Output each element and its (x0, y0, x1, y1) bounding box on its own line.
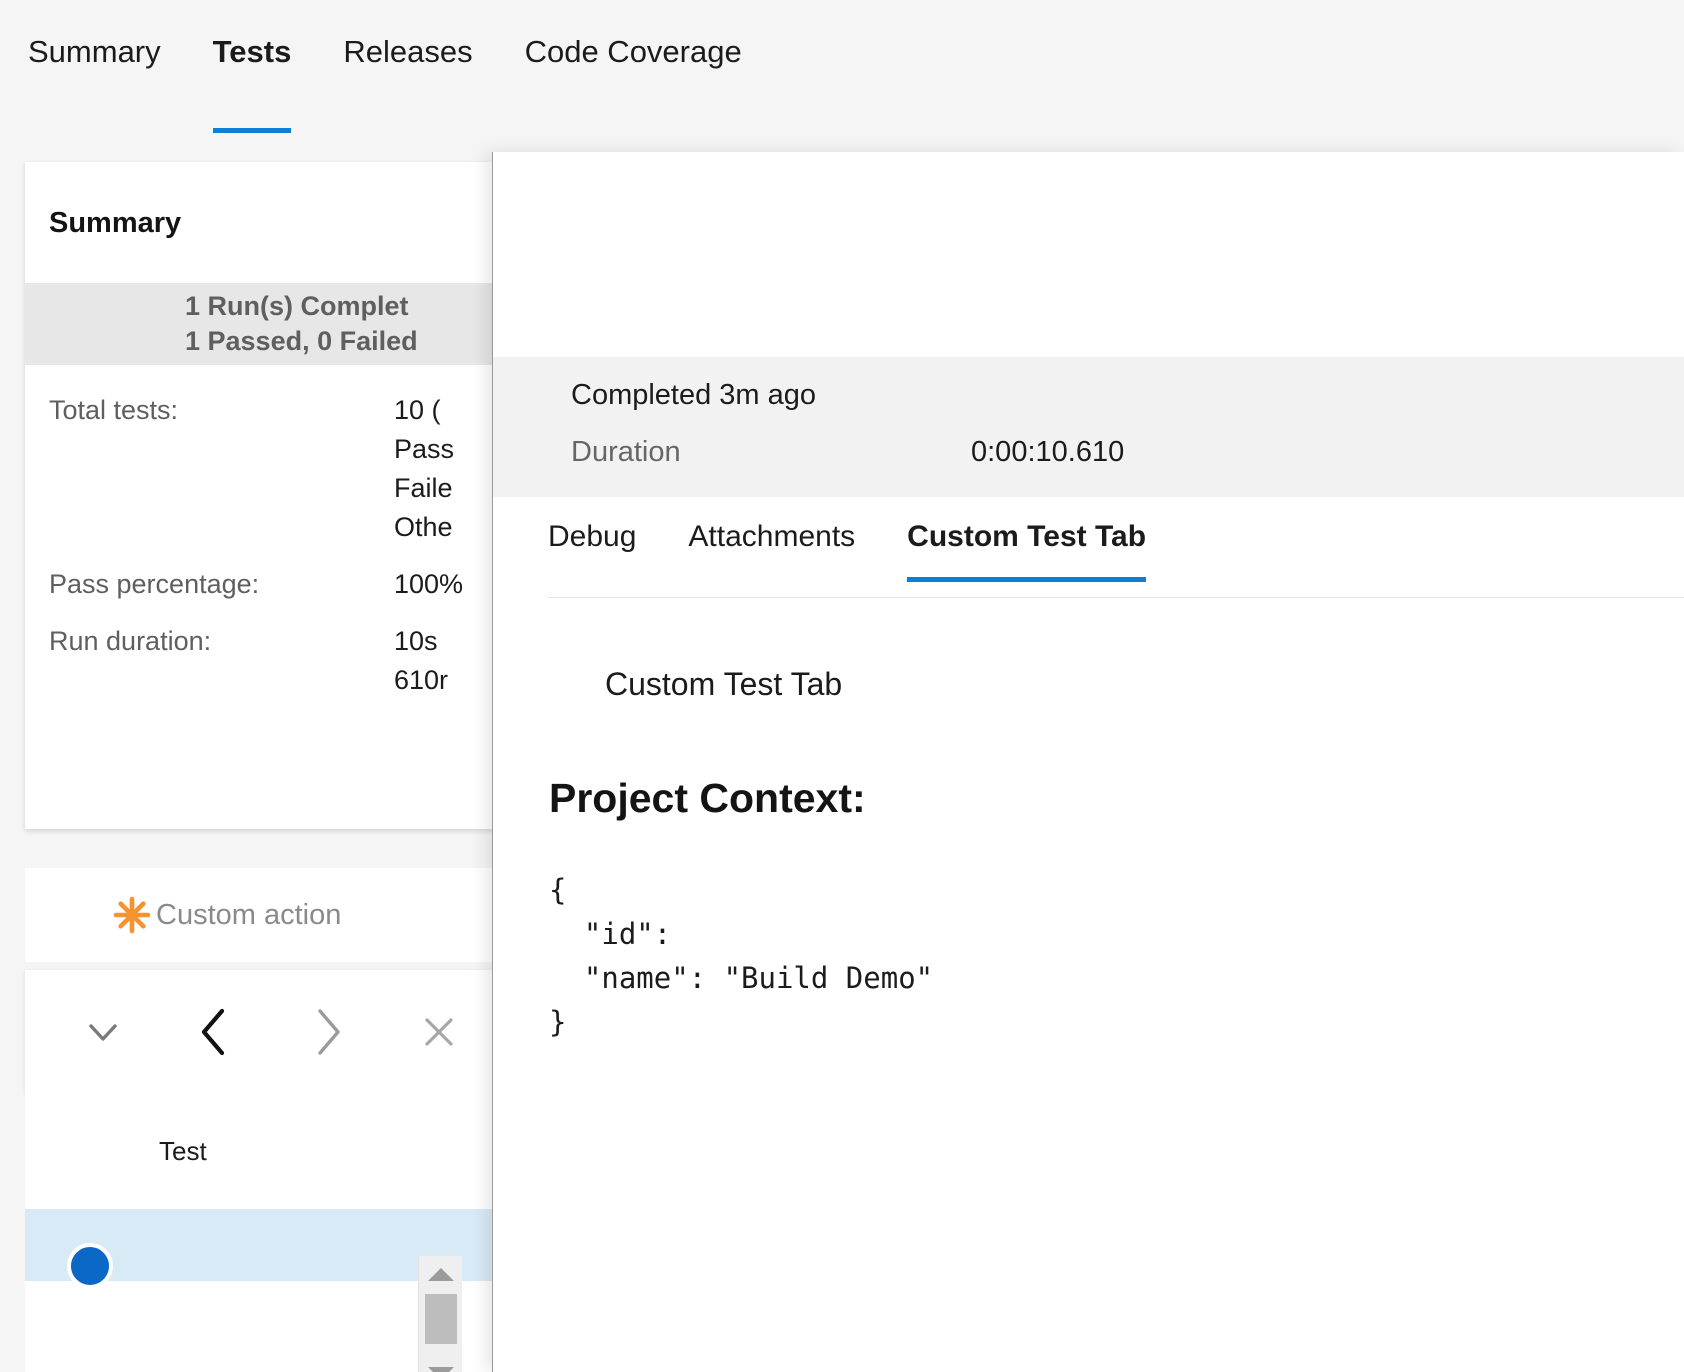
row-status-indicator (67, 1243, 113, 1289)
left-column: Summary 1 Run(s) Complet 1 Passed, 0 Fai… (0, 152, 500, 1372)
tab-custom-test-tab-label: Custom Test Tab (907, 520, 1146, 553)
pass-percentage-value: 100% (394, 569, 463, 600)
chevron-left-icon (191, 1003, 239, 1061)
detail-panel-header: Completed 3m ago Duration 0:00:10.610 (493, 357, 1684, 497)
completed-status-text: Completed 3m ago (571, 379, 1684, 412)
previous-button[interactable] (159, 992, 271, 1072)
run-duration-label: Run duration: (49, 626, 394, 657)
total-tests-other: Othe (394, 512, 454, 543)
tab-tests[interactable]: Tests (213, 28, 318, 67)
total-tests-values: 10 ( Pass Faile Othe (394, 395, 454, 543)
app-root: Summary Tests Releases Code Coverage Sum… (0, 0, 1684, 1372)
tab-code-coverage[interactable]: Code Coverage (525, 28, 768, 67)
tab-releases-label: Releases (343, 34, 472, 69)
run-duration-values: 10s 610r (394, 626, 448, 696)
top-navigation-tabs: Summary Tests Releases Code Coverage (0, 0, 1684, 152)
tab-debug[interactable]: Debug (548, 510, 636, 554)
scroll-up-arrow-icon[interactable] (419, 1256, 463, 1292)
vertical-scrollbar-thumb[interactable] (425, 1294, 457, 1344)
scroll-down-arrow-icon[interactable] (419, 1355, 463, 1372)
run-duration-seconds: 10s (394, 626, 448, 657)
duration-row: Duration 0:00:10.610 (571, 436, 1684, 469)
pass-percentage-values: 100% (394, 569, 463, 600)
tab-summary-label: Summary (28, 34, 161, 69)
close-button[interactable] (383, 992, 495, 1072)
tab-code-coverage-label: Code Coverage (525, 34, 742, 69)
tab-releases[interactable]: Releases (343, 28, 498, 67)
asterisk-icon (110, 893, 154, 937)
grid-vertical-scrollbar[interactable] (418, 1256, 462, 1372)
detail-panel-body: Custom Test Tab Project Context: { "id":… (493, 622, 1684, 1372)
total-tests-failed: Faile (394, 473, 454, 504)
custom-action-label: Custom action (156, 899, 341, 932)
duration-label: Duration (571, 436, 971, 469)
tab-attachments-label: Attachments (688, 520, 855, 553)
duration-value: 0:00:10.610 (971, 436, 1124, 469)
project-context-code: { "id": "name": "Build Demo" } (549, 822, 1684, 1044)
total-tests-label: Total tests: (49, 395, 394, 426)
pass-percentage-label: Pass percentage: (49, 569, 394, 600)
total-tests-value: 10 ( (394, 395, 454, 426)
chevron-down-icon (79, 1008, 127, 1056)
close-icon (415, 1008, 463, 1056)
chevron-right-icon (303, 1003, 351, 1061)
project-context-heading: Project Context: (549, 703, 1684, 822)
custom-tab-subtitle: Custom Test Tab (549, 622, 1684, 703)
tab-attachments[interactable]: Attachments (688, 510, 855, 554)
total-tests-passed: Pass (394, 434, 454, 465)
detail-panel-tabs: Debug Attachments Custom Test Tab (548, 510, 1684, 598)
column-header-test[interactable]: Test (159, 1136, 207, 1167)
run-duration-millis: 610r (394, 665, 448, 696)
next-button[interactable] (271, 992, 383, 1072)
tab-tests-label: Tests (213, 34, 292, 69)
test-detail-panel: Completed 3m ago Duration 0:00:10.610 De… (492, 152, 1684, 1372)
tab-debug-label: Debug (548, 520, 636, 553)
tab-summary[interactable]: Summary (28, 28, 187, 67)
tab-custom-test-tab[interactable]: Custom Test Tab (907, 510, 1146, 554)
chevron-down-icon-button[interactable] (47, 992, 159, 1072)
